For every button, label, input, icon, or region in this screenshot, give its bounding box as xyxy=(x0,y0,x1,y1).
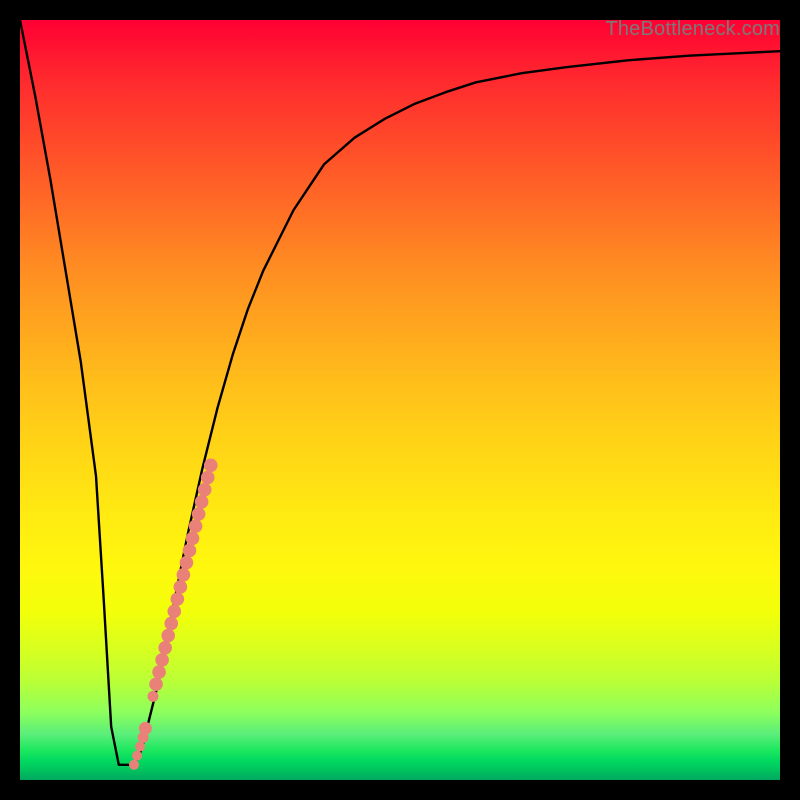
data-dot xyxy=(180,556,194,570)
data-dot xyxy=(152,665,166,679)
data-dot xyxy=(201,471,215,485)
data-dot xyxy=(155,653,169,667)
data-dot xyxy=(186,532,200,546)
data-dot xyxy=(198,483,212,497)
chart-svg xyxy=(20,20,780,780)
data-dot xyxy=(149,677,163,691)
data-dot xyxy=(204,459,218,473)
data-dot xyxy=(129,760,139,770)
bottleneck-curve xyxy=(20,20,780,765)
data-dots xyxy=(129,459,218,770)
data-dot xyxy=(183,544,197,558)
data-dot xyxy=(174,580,188,594)
data-dot xyxy=(148,691,159,702)
data-dot xyxy=(192,507,206,521)
data-dot xyxy=(177,568,191,582)
plot-area: TheBottleneck.com xyxy=(20,20,780,780)
data-dot xyxy=(164,617,178,631)
data-dot xyxy=(135,742,145,752)
data-dot xyxy=(132,751,142,761)
watermark-text: TheBottleneck.com xyxy=(605,18,780,41)
data-dot xyxy=(139,722,152,735)
data-dot xyxy=(195,495,209,509)
chart-frame: TheBottleneck.com xyxy=(0,0,800,800)
data-dot xyxy=(158,641,172,655)
data-dot xyxy=(161,629,175,643)
data-dot xyxy=(167,604,181,618)
data-dot xyxy=(171,592,185,606)
data-dot xyxy=(189,519,203,533)
